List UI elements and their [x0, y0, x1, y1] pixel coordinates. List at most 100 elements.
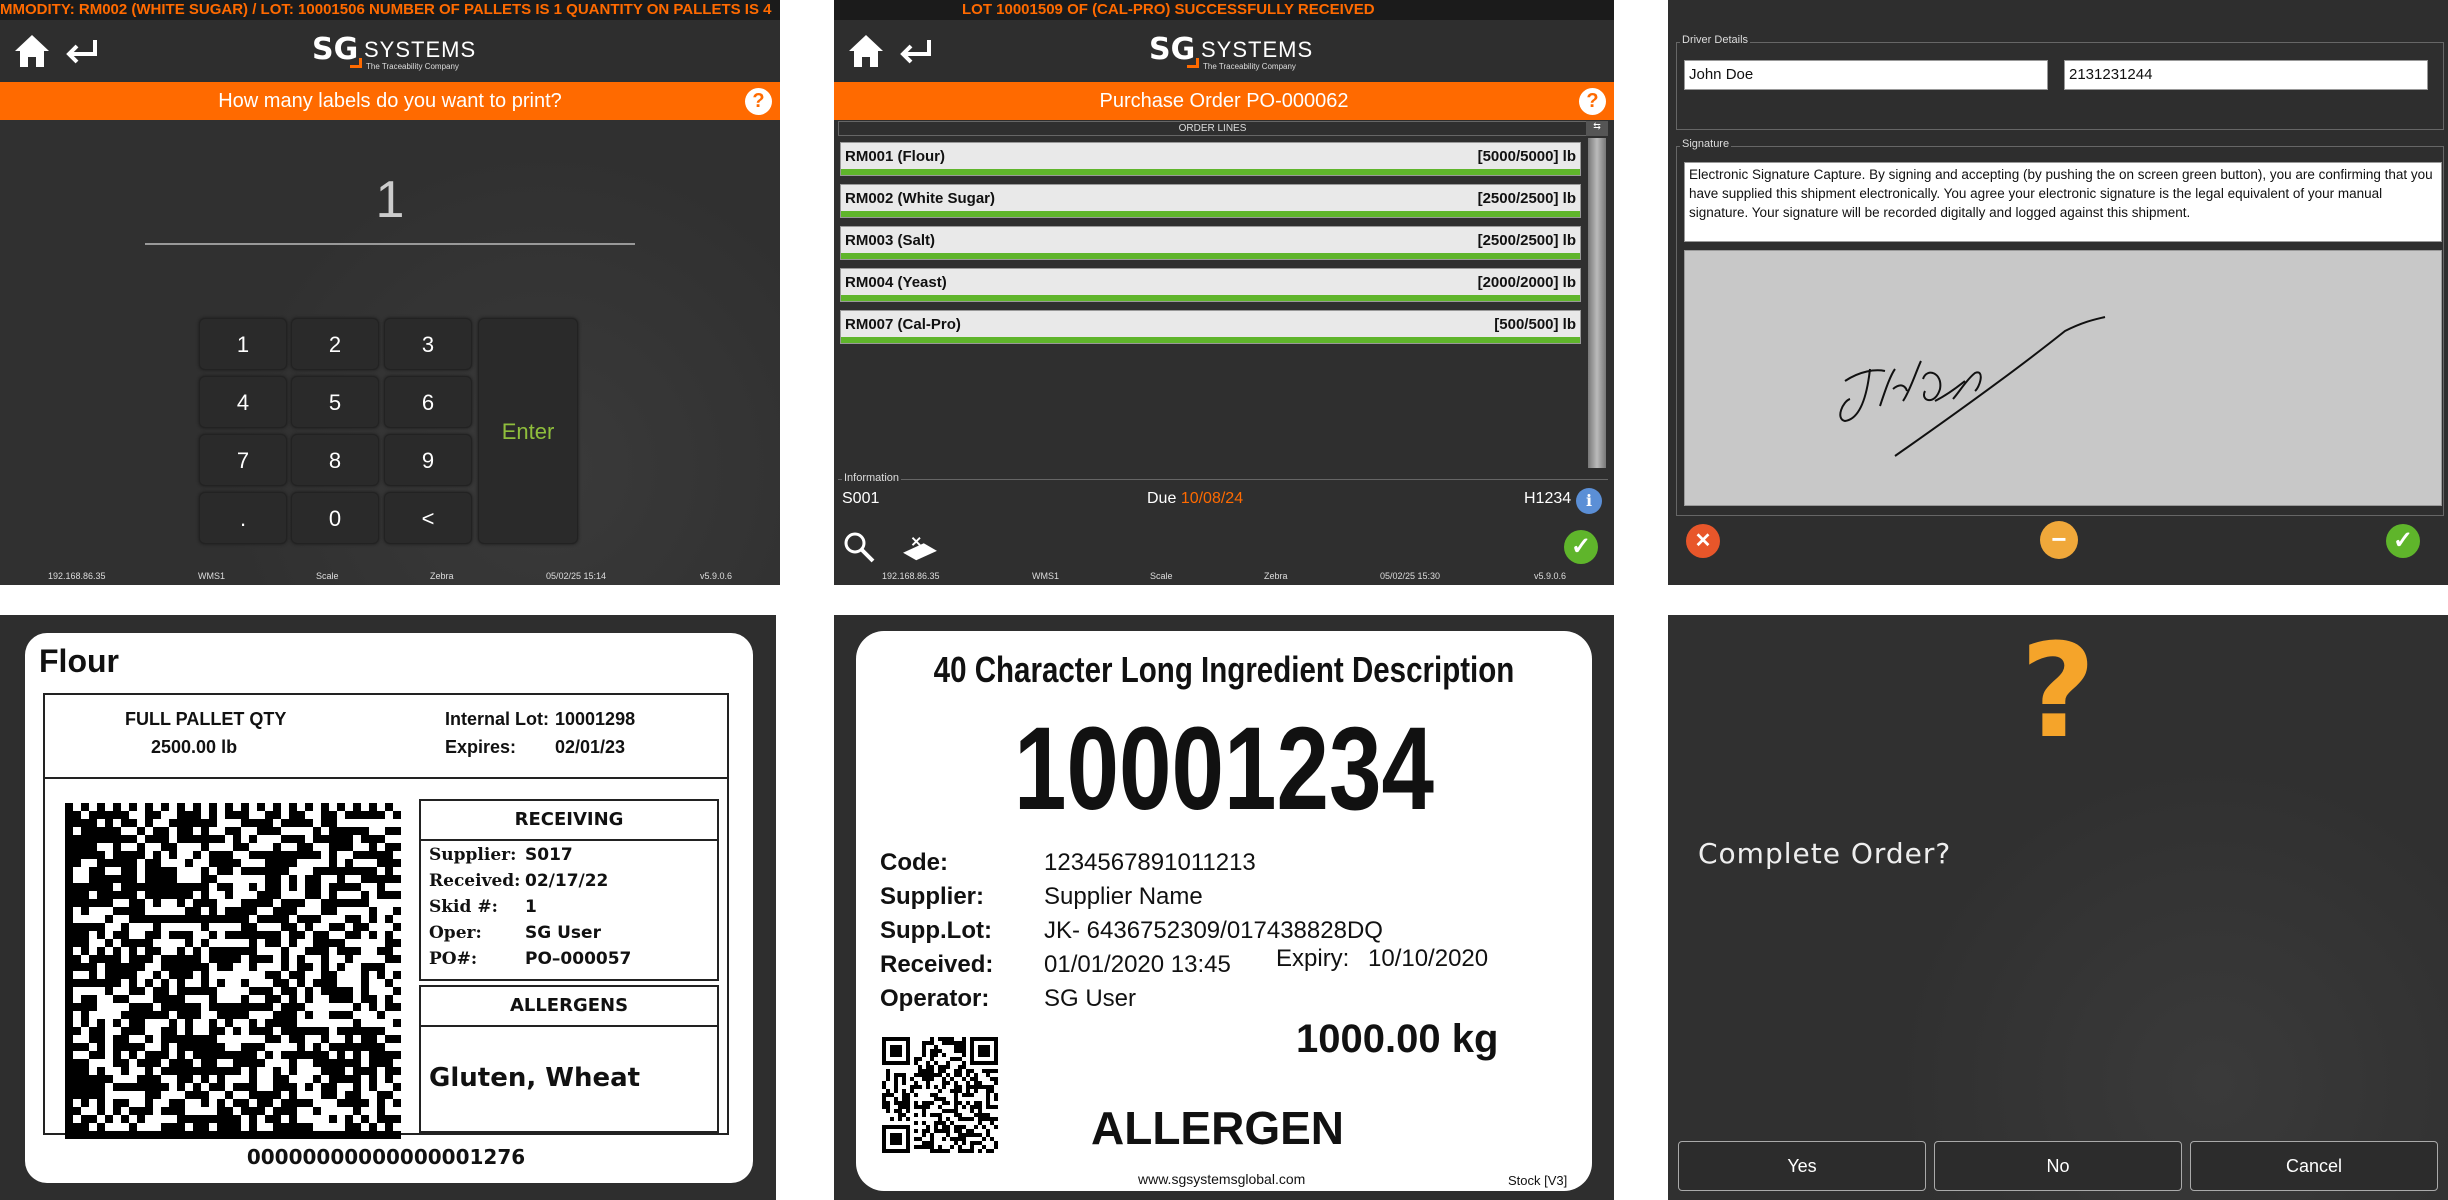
- order-line-qty: [5000/5000] lb: [1477, 148, 1576, 165]
- order-line[interactable]: RM001 (Flour) [5000/5000] lb: [840, 142, 1581, 176]
- key-8[interactable]: 8: [291, 434, 379, 486]
- field-label: Supplier:: [880, 883, 985, 910]
- signature-pad[interactable]: [1684, 250, 2442, 506]
- order-line-item: RM007 (Cal-Pro): [845, 316, 961, 333]
- order-line[interactable]: RM002 (White Sugar) [2500/2500] lb: [840, 184, 1581, 218]
- field-value: Supplier Name: [1044, 883, 1203, 910]
- field-value: 1234567891011213: [1044, 849, 1256, 876]
- driver-phone-field[interactable]: 2131231244: [2064, 60, 2428, 90]
- key-2[interactable]: 2: [291, 318, 379, 370]
- expiry-label: Expiry:: [1276, 945, 1350, 972]
- status-item: 05/02/25 15:14: [546, 571, 607, 581]
- status-item: 05/02/25 15:30: [1380, 571, 1441, 581]
- info-label: Information: [842, 472, 902, 484]
- confirm-button[interactable]: ✓: [1564, 530, 1598, 564]
- order-line-item: RM004 (Yeast): [845, 274, 947, 291]
- status-item: Zebra: [1264, 571, 1288, 581]
- order-line-qty: [2500/2500] lb: [1477, 190, 1576, 207]
- list-options-icon[interactable]: ⇆: [1586, 121, 1608, 136]
- weight: 1000.00 kg: [1296, 1017, 1499, 1061]
- order-lines-header: ORDER LINES: [838, 121, 1587, 136]
- cancel-button[interactable]: Cancel: [2190, 1141, 2438, 1191]
- top-bar: SG SYSTEMS The Traceability Company: [834, 20, 1614, 82]
- info-icon[interactable]: i: [1576, 488, 1602, 514]
- title-bar: Purchase Order PO-000062 ?: [834, 82, 1614, 120]
- status-item: WMS1: [1032, 571, 1059, 581]
- stock-version: Stock [V3]: [1508, 1173, 1568, 1188]
- status-item: v5.9.0.6: [1534, 571, 1567, 581]
- field-label: Received:: [880, 951, 994, 978]
- progress-bar: [841, 169, 1580, 175]
- keypad-panel: MMODITY: RM002 (WHITE SUGAR) / LOT: 1000…: [0, 0, 780, 585]
- signature-drawing: [1839, 316, 2106, 457]
- ticker: MMODITY: RM002 (WHITE SUGAR) / LOT: 1000…: [0, 0, 780, 20]
- status-bar: 192.168.86.35 WMS1 Scale Zebra 05/02/25 15:1…: [0, 567, 780, 585]
- allergen-text: ALLERGEN: [1091, 1102, 1344, 1154]
- sg-systems-logo: SG SYSTEMS The Traceability Company: [312, 32, 477, 71]
- key-7[interactable]: 7: [199, 434, 287, 486]
- key-backspace[interactable]: <: [384, 492, 472, 544]
- signature-disclaimer: Electronic Signature Capture. By signing…: [1684, 162, 2442, 242]
- receiving-key: Skid #:: [429, 897, 498, 917]
- full-pallet-label: FULL PALLET QTY: [125, 709, 287, 729]
- order-line[interactable]: RM003 (Salt) [2500/2500] lb: [840, 226, 1581, 260]
- ticker: LOT 10001509 OF (CAL-PRO) SUCCESSFULLY R…: [834, 0, 1614, 20]
- order-line-item: RM002 (White Sugar): [845, 190, 996, 207]
- key-6[interactable]: 6: [384, 376, 472, 428]
- search-icon[interactable]: [842, 530, 876, 564]
- driver-details-label: Driver Details: [1680, 34, 1751, 46]
- key-dot[interactable]: .: [199, 492, 287, 544]
- accept-signature-button[interactable]: ✓: [2386, 524, 2420, 558]
- home-icon[interactable]: [12, 32, 52, 70]
- key-0[interactable]: 0: [291, 492, 379, 544]
- prompt-bar: How many labels do you want to print? ?: [0, 82, 780, 120]
- pallet-qty: 2500.00 lb: [151, 737, 238, 757]
- status-item: 192.168.86.35: [882, 571, 940, 581]
- driver-name-field[interactable]: John Doe: [1684, 60, 2048, 90]
- enter-button[interactable]: Enter: [478, 318, 578, 544]
- lot-number: 10001234: [1013, 703, 1434, 835]
- supplier-code: S001: [842, 490, 880, 507]
- progress-bar: [841, 211, 1580, 217]
- yes-button[interactable]: Yes: [1678, 1141, 1926, 1191]
- order-line[interactable]: RM007 (Cal-Pro) [500/500] lb: [840, 310, 1581, 344]
- due-date-value: 10/08/24: [1180, 490, 1244, 507]
- purchase-order-panel: LOT 10001509 OF (CAL-PRO) SUCCESSFULLY R…: [834, 0, 1614, 585]
- progress-bar: [841, 295, 1580, 301]
- key-5[interactable]: 5: [291, 376, 379, 428]
- help-icon[interactable]: ?: [1579, 88, 1606, 115]
- status-item: Zebra: [430, 571, 454, 581]
- key-3[interactable]: 3: [384, 318, 472, 370]
- qr-code: [882, 1037, 998, 1153]
- label-header-divider: [43, 777, 729, 779]
- back-icon[interactable]: [896, 34, 936, 68]
- scrollbar[interactable]: [1588, 138, 1606, 468]
- help-icon[interactable]: ?: [745, 88, 772, 115]
- status-bar: 192.168.86.35 WMS1 Scale Zebra 05/02/25 15:3…: [834, 567, 1614, 585]
- receiving-title: RECEIVING: [514, 809, 624, 830]
- home-icon[interactable]: [846, 32, 886, 70]
- quantity-display: 1: [375, 171, 405, 229]
- clear-button[interactable]: ✕: [1686, 524, 1720, 558]
- receiving-value: 1: [525, 897, 537, 917]
- key-1[interactable]: 1: [199, 318, 287, 370]
- prompt-text: How many labels do you want to print?: [218, 90, 562, 112]
- status-item: 192.168.86.35: [48, 571, 106, 581]
- reference: H1234: [1524, 490, 1572, 507]
- field-value: JK- 6436752309/017438828DQ: [1044, 917, 1383, 944]
- order-line[interactable]: RM004 (Yeast) [2000/2000] lb: [840, 268, 1581, 302]
- complete-order-dialog: ? Complete Order? Yes No Cancel: [1668, 615, 2448, 1200]
- expires-label: Expires:: [445, 737, 517, 757]
- status-item: Scale: [316, 571, 339, 581]
- undo-button[interactable]: −: [2040, 521, 2078, 559]
- progress-bar: [841, 337, 1580, 343]
- dialog-prompt: Complete Order?: [1698, 837, 1952, 870]
- field-value: SG User: [1044, 985, 1137, 1012]
- expires-value: 02/01/23: [555, 737, 626, 757]
- key-9[interactable]: 9: [384, 434, 472, 486]
- receive-icon[interactable]: [898, 532, 942, 564]
- key-4[interactable]: 4: [199, 376, 287, 428]
- signature-panel: Driver Details John Doe 2131231244 Signa…: [1668, 0, 2448, 585]
- no-button[interactable]: No: [1934, 1141, 2182, 1191]
- back-icon[interactable]: [62, 34, 102, 68]
